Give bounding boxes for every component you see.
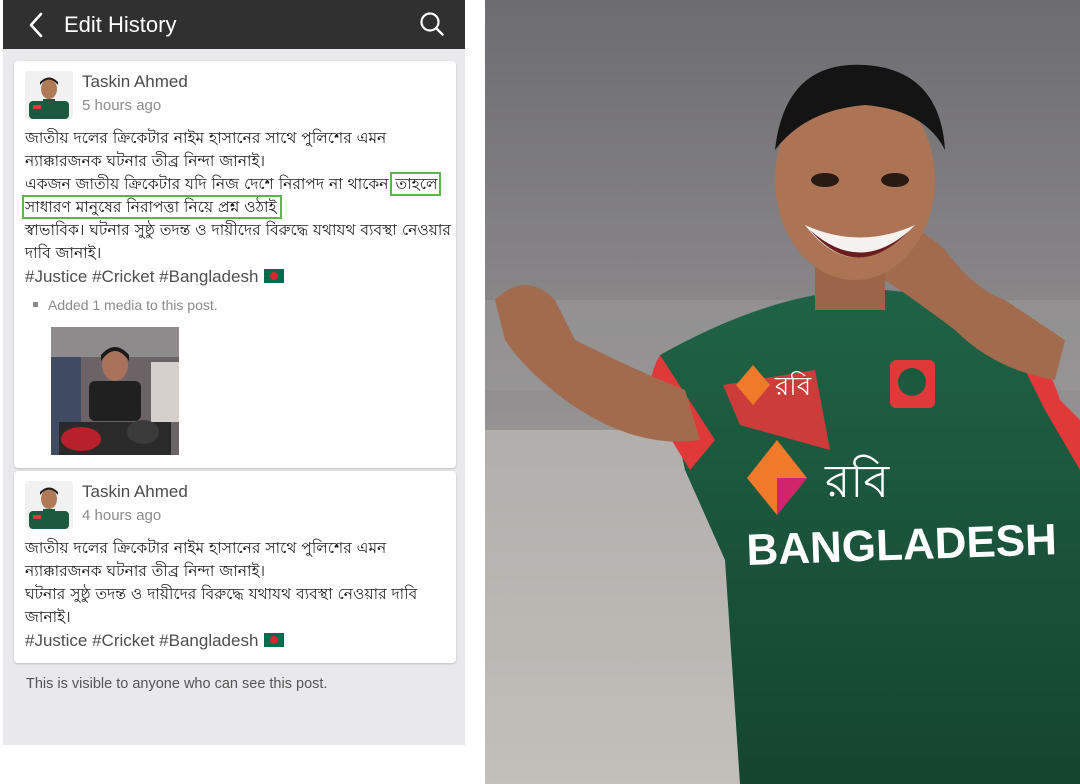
avatar-image — [25, 481, 73, 529]
chevron-left-icon — [29, 12, 43, 38]
author-name[interactable]: Taskin Ahmed — [82, 482, 188, 502]
post-line: স্বাভাবিক। ঘটনার সুষ্ঠু তদন্ত ও দায়ীদের… — [25, 221, 451, 262]
revision-card: Taskin Ahmed 4 hours ago জাতীয় দলের ক্র… — [14, 471, 456, 663]
avatar[interactable] — [25, 481, 73, 529]
post-line: ঘটনার সুষ্ঠু তদন্ত ও দায়ীদের বিরুদ্ধে য… — [25, 585, 418, 626]
jersey-brand-small-text: রবি — [774, 371, 812, 402]
post-line: জাতীয় দলের ক্রিকেটার নাইম হাসানের সাথে … — [25, 539, 387, 580]
bullet-icon — [33, 302, 38, 307]
bangladesh-flag-icon — [264, 633, 285, 647]
visibility-note: This is visible to anyone who can see th… — [26, 676, 328, 692]
media-note-text: Added 1 media to this post. — [48, 297, 218, 313]
avatar[interactable] — [25, 71, 73, 119]
media-thumbnail-image — [51, 327, 179, 455]
top-app-bar: Edit History — [3, 0, 465, 49]
hashtags[interactable]: #Justice #Cricket #Bangladesh — [25, 267, 258, 286]
post-line: একজন জাতীয় ক্রিকেটার যদি নিজ দেশে নিরাপ… — [25, 175, 394, 193]
back-button[interactable] — [21, 10, 51, 40]
edit-history-screen: Edit History Taskin Ahmed 5 hours ago জা… — [3, 0, 465, 745]
media-thumbnail[interactable] — [51, 327, 179, 455]
cricketer-photo: রবি BANGLADESH রবি — [485, 0, 1080, 784]
search-icon — [420, 12, 444, 36]
search-button[interactable] — [417, 9, 447, 39]
post-text: জাতীয় দলের ক্রিকেটার নাইম হাসানের সাথে … — [22, 127, 451, 289]
post-line: জাতীয় দলের ক্রিকেটার নাইম হাসানের সাথে … — [25, 129, 387, 170]
media-change-note: Added 1 media to this post. — [33, 297, 218, 313]
bangladesh-flag-icon — [264, 269, 285, 283]
revision-card: Taskin Ahmed 5 hours ago জাতীয় দলের ক্র… — [14, 61, 456, 468]
avatar-image — [25, 71, 73, 119]
hashtags[interactable]: #Justice #Cricket #Bangladesh — [25, 631, 258, 650]
timestamp: 5 hours ago — [82, 97, 162, 114]
page-title: Edit History — [64, 12, 177, 37]
timestamp: 4 hours ago — [82, 507, 162, 524]
post-text: জাতীয় দলের ক্রিকেটার নাইম হাসানের সাথে … — [25, 537, 451, 653]
player-photo-illustration: রবি BANGLADESH রবি — [485, 0, 1080, 784]
jersey-brand-text: রবি — [824, 454, 890, 508]
author-name[interactable]: Taskin Ahmed — [82, 72, 188, 92]
